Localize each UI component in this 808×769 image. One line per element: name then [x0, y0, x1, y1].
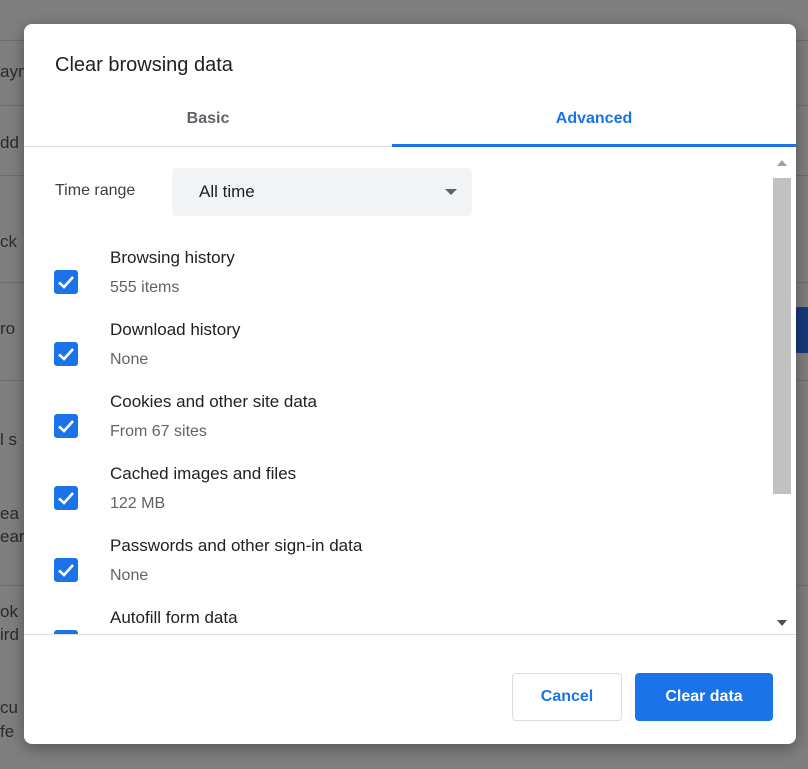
option-title: Browsing history	[110, 248, 235, 267]
option-title: Cached images and files	[110, 464, 297, 483]
passwords-checkbox[interactable]	[54, 558, 78, 582]
bg-text: ea	[0, 504, 19, 523]
option-title: Passwords and other sign-in data	[110, 536, 363, 555]
time-range-value: All time	[199, 182, 255, 201]
tab-bar: Basic Advanced	[24, 94, 796, 147]
option-passwords: Passwords and other sign-in data None	[24, 536, 766, 608]
bg-text: ird	[0, 625, 19, 644]
checkmark-icon	[58, 276, 74, 289]
option-autofill: Autofill form data	[24, 608, 766, 634]
option-cached-images: Cached images and files 122 MB	[24, 464, 766, 536]
option-download-history: Download history None	[24, 320, 766, 392]
option-subtitle: From 67 sites	[110, 423, 207, 440]
dropdown-arrow-icon	[445, 189, 457, 195]
checkmark-icon	[58, 420, 74, 433]
option-subtitle: None	[110, 351, 149, 368]
dialog-title: Clear browsing data	[55, 54, 233, 76]
bg-text: ear	[0, 527, 25, 546]
option-subtitle: 555 items	[110, 279, 180, 296]
option-title: Autofill form data	[110, 608, 238, 627]
tab-advanced[interactable]: Advanced	[392, 94, 796, 144]
time-range-select[interactable]: All time	[172, 168, 472, 216]
bg-text: dd	[0, 133, 19, 152]
clear-browsing-data-dialog: Clear browsing data Basic Advanced Time …	[24, 24, 796, 744]
checkmark-icon	[58, 492, 74, 505]
checkmark-icon	[58, 564, 74, 577]
cached-images-checkbox[interactable]	[54, 486, 78, 510]
scrollbar-thumb[interactable]	[773, 178, 791, 494]
option-title: Download history	[110, 320, 241, 339]
checkmark-icon	[58, 348, 74, 361]
cancel-button[interactable]: Cancel	[512, 673, 622, 721]
option-subtitle: 122 MB	[110, 495, 166, 512]
bg-text: ro	[0, 319, 16, 338]
bg-button	[794, 307, 808, 353]
time-range-label: Time range	[55, 182, 136, 199]
dialog-content: Time range All time Browsing history 555…	[24, 148, 796, 634]
option-browsing-history: Browsing history 555 items	[24, 248, 766, 320]
active-tab-indicator	[392, 144, 796, 147]
clear-data-button[interactable]: Clear data	[635, 673, 773, 721]
dialog-footer: Cancel Clear data	[24, 634, 796, 744]
download-history-checkbox[interactable]	[54, 342, 78, 366]
bg-text: l s	[0, 430, 17, 449]
scroll-down-arrow-icon[interactable]	[777, 620, 787, 626]
bg-text: ck	[0, 232, 17, 251]
bg-text: cu	[0, 698, 18, 717]
tab-basic[interactable]: Basic	[24, 94, 392, 144]
bg-text: ok	[0, 602, 18, 621]
bg-text: fe	[0, 722, 15, 741]
option-subtitle: None	[110, 567, 149, 584]
scroll-up-arrow-icon[interactable]	[777, 160, 787, 166]
option-cookies: Cookies and other site data From 67 site…	[24, 392, 766, 464]
cookies-checkbox[interactable]	[54, 414, 78, 438]
option-title: Cookies and other site data	[110, 392, 317, 411]
browsing-history-checkbox[interactable]	[54, 270, 78, 294]
content-scrollbar[interactable]	[772, 154, 792, 630]
